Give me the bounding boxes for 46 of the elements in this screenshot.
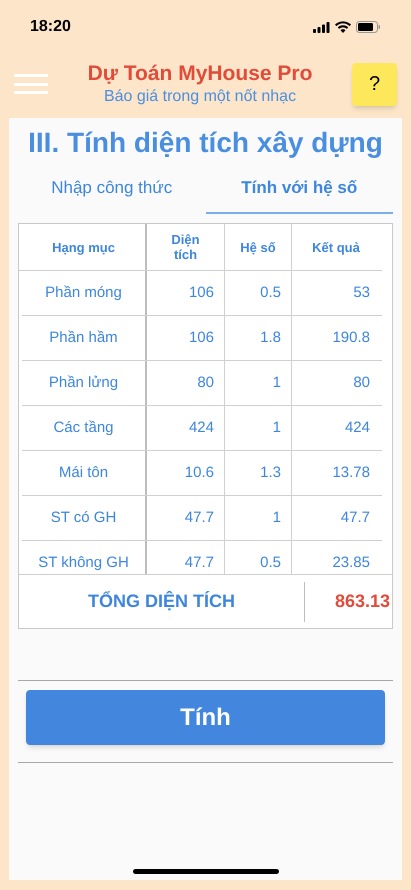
table-cell-text: Mái tôn [58,462,108,483]
table-cell-text: Phần móng [45,282,122,303]
table-cell-text: 47.7 [184,508,214,528]
table-cell-text: 1.3 [260,462,281,483]
table-cell-text: Phần lửng [48,372,118,393]
table-cell-text: 424 [188,418,214,438]
table-cell-text: 106 [188,282,214,303]
table-cell-text: 23.85 [332,552,370,573]
calculate-button[interactable]: Tính [26,690,385,745]
table-cell-text: 190.8 [332,328,370,348]
table-cell-text: 80 [353,372,370,393]
help-button[interactable]: ? [352,62,397,106]
table-cell-text: 0.5 [260,552,281,573]
table-cell-text: 47.7 [184,552,214,573]
table-cell-text: 80 [197,372,214,393]
table-cell-text: 1 [272,372,281,393]
table-cell-text: 1 [272,508,281,528]
table-cell-text: ST có GH [50,508,116,528]
table-cell-text: 1 [272,418,281,438]
column-header: Diện tích [170,232,201,262]
table-cell-text: 424 [344,418,370,438]
table-cell-text: 1.8 [260,328,281,348]
column-header: Hệ số [240,240,276,254]
table-cell-text: Các tầng [53,418,114,438]
column-header: Kết quả [312,240,360,254]
table-cell-text: 53 [353,282,370,303]
wifi-icon [335,21,351,33]
section-title: III. Tính diện tích xây dựng [27,126,384,160]
table-cell-text: Phần hầm [49,328,118,348]
app-title: Dự Toán MyHouse Pro [88,61,312,87]
total-value: 863.13 [334,590,390,613]
menu-button[interactable] [14,72,48,96]
tab[interactable]: Tính với hệ số [206,164,393,214]
table-cell-text: 0.5 [260,282,281,303]
status-time: 18:20 [30,17,71,37]
table-cell-text: 47.7 [340,508,370,528]
column-header: Hạng mục [52,240,115,254]
total-label: TỔNG DIỆN TÍCH [88,590,235,613]
table-cell-text: 13.78 [332,462,370,483]
table-cell-text: 106 [188,328,214,348]
table-cell-text: 10.6 [184,462,214,483]
tab[interactable]: Nhập công thức [18,164,206,214]
app-subtitle: Báo giá trong một nốt nhạc [104,87,296,107]
battery-icon [356,21,381,33]
table-cell-text: ST không GH [38,552,129,573]
signal-icon [313,22,330,32]
